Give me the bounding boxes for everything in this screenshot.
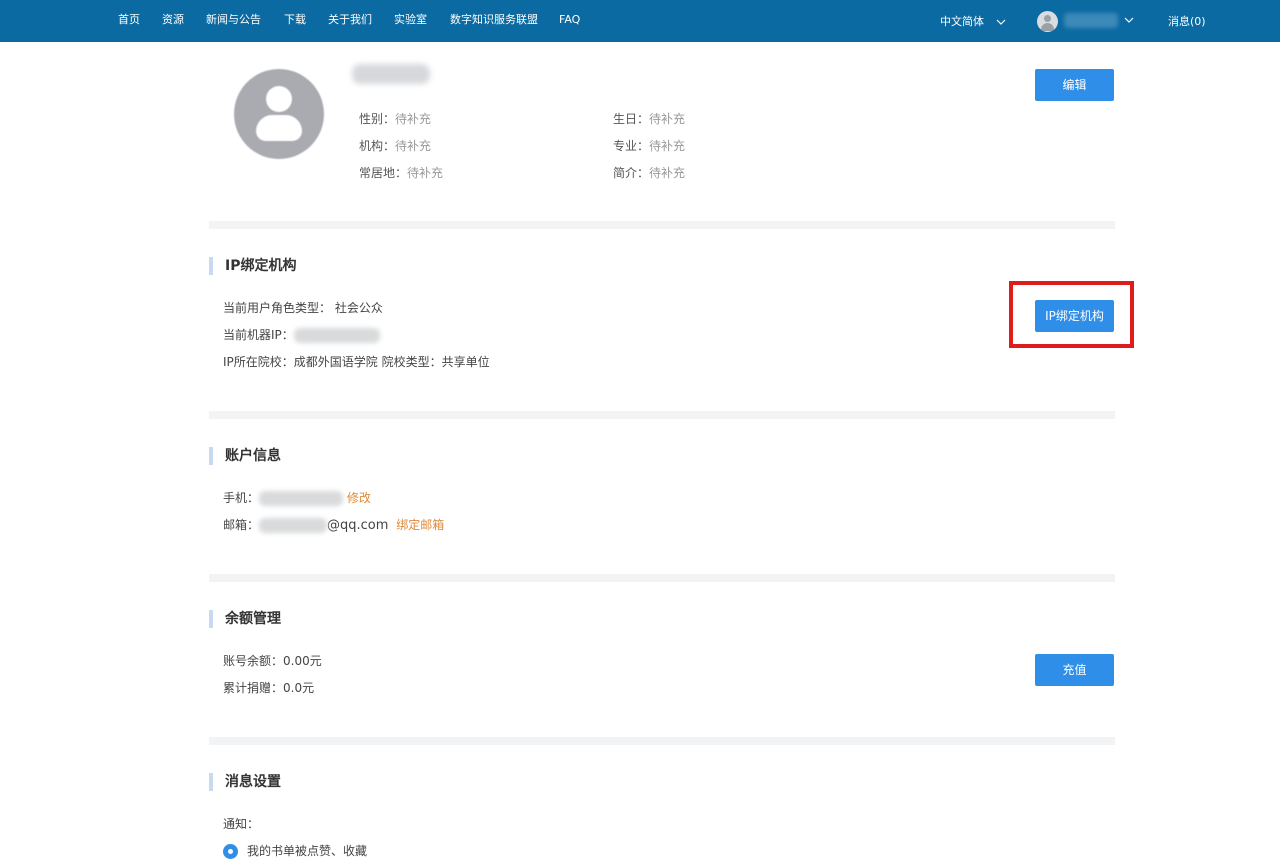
user-menu-chevron-icon[interactable] [1124,13,1134,26]
recharge-button[interactable]: 充值 [1035,654,1114,686]
ip-school-line: IP所在院校：成都外国语学院 院校类型：共享单位 [223,355,490,369]
account-info-title: 账户信息 [209,447,281,465]
language-selector[interactable]: 中文简体 [940,13,1006,29]
profile-avatar [234,69,324,159]
radio-checked-icon[interactable] [223,844,238,859]
bind-email-link[interactable]: 绑定邮箱 [396,518,444,532]
donation-line: 累计捐赠：0.0元 [223,681,315,695]
nav-item-download[interactable]: 下载 [284,13,306,27]
intro-field: 简介：待补充 [613,166,686,180]
org-field: 机构：待补充 [359,139,432,153]
notify-option-liked[interactable]: 我的书单被点赞、收藏 [223,842,367,859]
notify-option-label: 我的书单被点赞、收藏 [247,844,368,858]
notification-settings-title: 消息设置 [209,773,281,791]
profile-name-redacted [352,64,430,84]
language-label: 中文简体 [940,15,984,28]
nav-item-home[interactable]: 首页 [118,13,140,27]
phone-redacted [259,491,344,506]
nav-item-news[interactable]: 新闻与公告 [206,13,261,27]
chevron-down-icon [996,19,1005,25]
ip-redacted [293,328,380,343]
gender-field: 性别：待补充 [359,112,432,126]
balance-title: 余额管理 [209,610,281,628]
phone-label: 手机： [223,491,260,505]
edit-profile-button[interactable]: 编辑 [1035,69,1114,101]
phone-line: 手机： 修改 [223,489,371,506]
section-divider [209,574,1115,582]
messages-link[interactable]: 消息(0) [1168,13,1206,29]
user-avatar-icon[interactable] [1037,11,1058,32]
top-nav: 首页 资源 新闻与公告 下载 关于我们 实验室 数字知识服务联盟 FAQ 中文简… [0,0,1280,42]
nav-item-about[interactable]: 关于我们 [328,13,372,27]
major-field: 专业：待补充 [613,139,686,153]
nav-item-alliance[interactable]: 数字知识服务联盟 [450,13,538,27]
balance-line: 账号余额：0.00元 [223,654,322,668]
ip-bind-org-button[interactable]: IP绑定机构 [1035,300,1114,332]
machine-ip-line: 当前机器IP： [223,326,380,343]
email-label: 邮箱： [223,518,260,532]
nav-item-resources[interactable]: 资源 [162,13,184,27]
residence-field: 常居地：待补充 [359,166,444,180]
section-divider [209,221,1115,229]
nav-item-faq[interactable]: FAQ [559,13,580,27]
email-line: 邮箱： @qq.com 绑定邮箱 [223,516,444,533]
role-type-line: 当前用户角色类型： 社会公众 [223,301,383,315]
nav-item-lab[interactable]: 实验室 [394,13,427,27]
section-divider [209,411,1115,419]
modify-phone-link[interactable]: 修改 [347,491,371,505]
section-divider [209,737,1115,745]
email-suffix: @qq.com [327,518,389,533]
birthday-field: 生日：待补充 [613,112,686,126]
username-redacted[interactable] [1064,13,1118,28]
ip-binding-title: IP绑定机构 [209,257,296,275]
email-redacted [259,518,328,533]
machine-ip-label: 当前机器IP： [223,328,294,342]
notify-label: 通知： [223,817,260,831]
